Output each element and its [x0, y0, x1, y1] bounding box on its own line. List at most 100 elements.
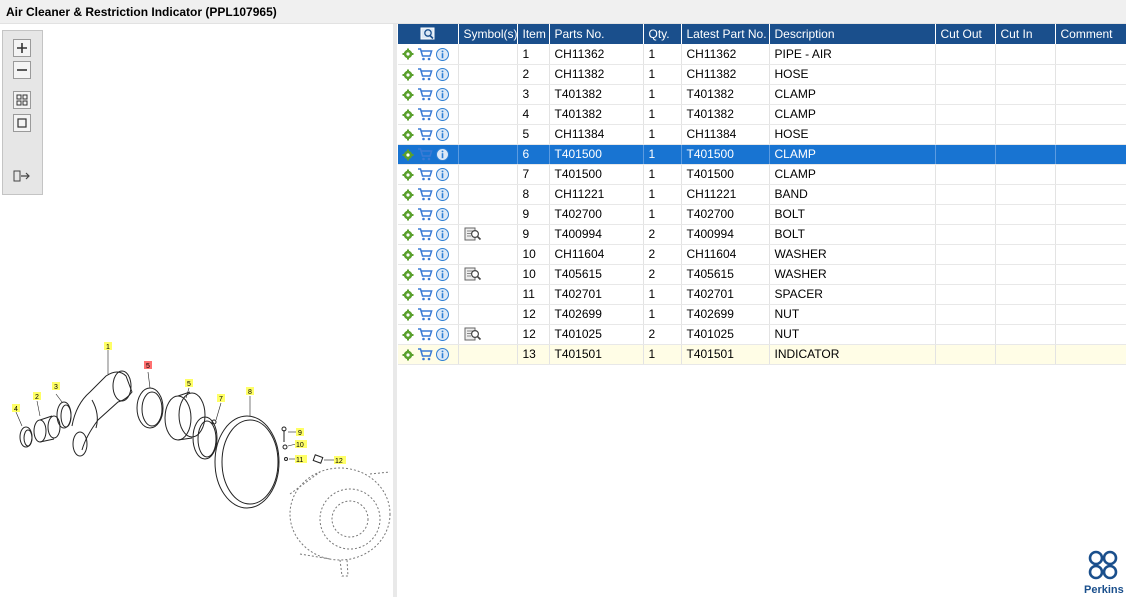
- cart-icon[interactable]: [417, 228, 433, 241]
- info-icon[interactable]: [436, 88, 449, 102]
- configure-icon[interactable]: [402, 209, 414, 221]
- table-row[interactable]: 6 T401500 1 T401500 CLAMP: [398, 144, 1126, 165]
- table-row[interactable]: 4 T401382 1 T401382 CLAMP: [398, 104, 1126, 125]
- column-header-latest-part-no[interactable]: Latest Part No.: [681, 24, 770, 44]
- configure-icon[interactable]: [402, 89, 414, 101]
- column-header-cut-in[interactable]: Cut In: [995, 24, 1056, 44]
- table-row[interactable]: 9 T402700 1 T402700 BOLT: [398, 204, 1126, 225]
- configure-icon[interactable]: [402, 329, 414, 341]
- info-icon[interactable]: [436, 188, 449, 202]
- configure-icon[interactable]: [402, 189, 414, 201]
- table-row[interactable]: 12 T402699 1 T402699 NUT: [398, 304, 1126, 325]
- cart-icon[interactable]: [417, 48, 433, 61]
- cart-icon[interactable]: [417, 308, 433, 321]
- document-search-icon[interactable]: [464, 327, 482, 341]
- column-header-parts-no[interactable]: Parts No.: [549, 24, 644, 44]
- cart-icon[interactable]: [417, 188, 433, 201]
- cart-icon[interactable]: [417, 248, 433, 261]
- pane-splitter[interactable]: [393, 24, 397, 597]
- info-icon[interactable]: [436, 208, 449, 222]
- document-search-icon[interactable]: [464, 227, 482, 241]
- info-icon[interactable]: [436, 47, 449, 61]
- fit-all-button[interactable]: [13, 91, 31, 109]
- svg-text:2: 2: [35, 394, 39, 401]
- table-row[interactable]: 5 CH11384 1 CH11384 HOSE: [398, 124, 1126, 145]
- info-icon[interactable]: [436, 148, 449, 162]
- cart-icon[interactable]: [417, 328, 433, 341]
- symbols-cell: [458, 224, 518, 245]
- table-row[interactable]: 10 CH11604 2 CH11604 WASHER: [398, 244, 1126, 265]
- grid-header: Symbol(s) Item Parts No. Qty. Latest Par…: [398, 24, 1126, 44]
- zoom-out-button[interactable]: [13, 61, 31, 79]
- zoom-in-button[interactable]: [13, 39, 31, 57]
- perkins-wordmark: Perkins: [1084, 584, 1124, 596]
- column-header-symbols[interactable]: Symbol(s): [458, 24, 518, 44]
- comment-cell: [1055, 164, 1126, 185]
- item-cell: 1: [517, 44, 550, 65]
- cart-icon[interactable]: [417, 128, 433, 141]
- illustration-pane[interactable]: 1 2 3 4 5 5 7 8 9 10 11 12: [0, 24, 393, 597]
- column-header-qty[interactable]: Qty.: [643, 24, 682, 44]
- item-cell: 4: [517, 104, 550, 125]
- cart-icon[interactable]: [417, 88, 433, 101]
- cart-icon[interactable]: [417, 148, 433, 161]
- configure-icon[interactable]: [402, 169, 414, 181]
- info-icon[interactable]: [436, 328, 449, 342]
- exploded-parts-drawing[interactable]: 1 2 3 4 5 5 7 8 9 10 11 12: [0, 304, 393, 594]
- cut-out-cell: [935, 264, 996, 285]
- cut-in-cell: [995, 244, 1056, 265]
- table-row[interactable]: 10 T405615 2 T405615 WASHER: [398, 264, 1126, 285]
- configure-icon[interactable]: [402, 69, 414, 81]
- svg-text:7: 7: [219, 396, 223, 403]
- cart-icon[interactable]: [417, 348, 433, 361]
- column-header-comment[interactable]: Comment: [1055, 24, 1126, 44]
- info-icon[interactable]: [436, 248, 449, 262]
- item-cell: 10: [517, 244, 550, 265]
- fit-page-button[interactable]: [13, 114, 31, 132]
- configure-icon[interactable]: [402, 309, 414, 321]
- table-row[interactable]: 2 CH11382 1 CH11382 HOSE: [398, 64, 1126, 85]
- configure-icon[interactable]: [402, 109, 414, 121]
- configure-icon[interactable]: [402, 129, 414, 141]
- table-row[interactable]: 3 T401382 1 T401382 CLAMP: [398, 84, 1126, 105]
- configure-icon[interactable]: [402, 349, 414, 361]
- cart-icon[interactable]: [417, 168, 433, 181]
- column-header-actions[interactable]: [398, 24, 459, 44]
- cart-icon[interactable]: [417, 208, 433, 221]
- table-row[interactable]: 9 T400994 2 T400994 BOLT: [398, 224, 1126, 245]
- configure-icon[interactable]: [402, 249, 414, 261]
- table-row[interactable]: 7 T401500 1 T401500 CLAMP: [398, 164, 1126, 185]
- info-icon[interactable]: [436, 308, 449, 322]
- configure-icon[interactable]: [402, 149, 414, 161]
- info-icon[interactable]: [436, 128, 449, 142]
- configure-icon[interactable]: [402, 289, 414, 301]
- configure-icon[interactable]: [402, 269, 414, 281]
- cart-icon[interactable]: [417, 68, 433, 81]
- info-icon[interactable]: [436, 288, 449, 302]
- info-icon[interactable]: [436, 108, 449, 122]
- minus-icon: [17, 69, 27, 71]
- configure-icon[interactable]: [402, 48, 414, 60]
- info-icon[interactable]: [436, 168, 449, 182]
- table-row[interactable]: 8 CH11221 1 CH11221 BAND: [398, 184, 1126, 205]
- document-search-icon[interactable]: [464, 267, 482, 281]
- description-cell: CLAMP: [769, 164, 936, 185]
- parts-no-cell: T400994: [549, 224, 644, 245]
- table-row[interactable]: 12 T401025 2 T401025 NUT: [398, 324, 1126, 345]
- export-button[interactable]: [13, 167, 31, 185]
- configure-icon[interactable]: [402, 229, 414, 241]
- info-icon[interactable]: [436, 68, 449, 82]
- description-cell: NUT: [769, 324, 936, 345]
- info-icon[interactable]: [436, 228, 449, 242]
- column-header-description[interactable]: Description: [769, 24, 936, 44]
- cart-icon[interactable]: [417, 268, 433, 281]
- cart-icon[interactable]: [417, 288, 433, 301]
- table-row[interactable]: 1 CH11362 1 CH11362 PIPE - AIR: [398, 44, 1126, 65]
- column-header-cut-out[interactable]: Cut Out: [935, 24, 996, 44]
- table-row[interactable]: 11 T402701 1 T402701 SPACER: [398, 284, 1126, 305]
- column-header-item[interactable]: Item: [517, 24, 550, 44]
- cart-icon[interactable]: [417, 108, 433, 121]
- info-icon[interactable]: [436, 268, 449, 282]
- info-icon[interactable]: [436, 348, 449, 362]
- table-row[interactable]: 13 T401501 1 T401501 INDICATOR: [398, 344, 1126, 365]
